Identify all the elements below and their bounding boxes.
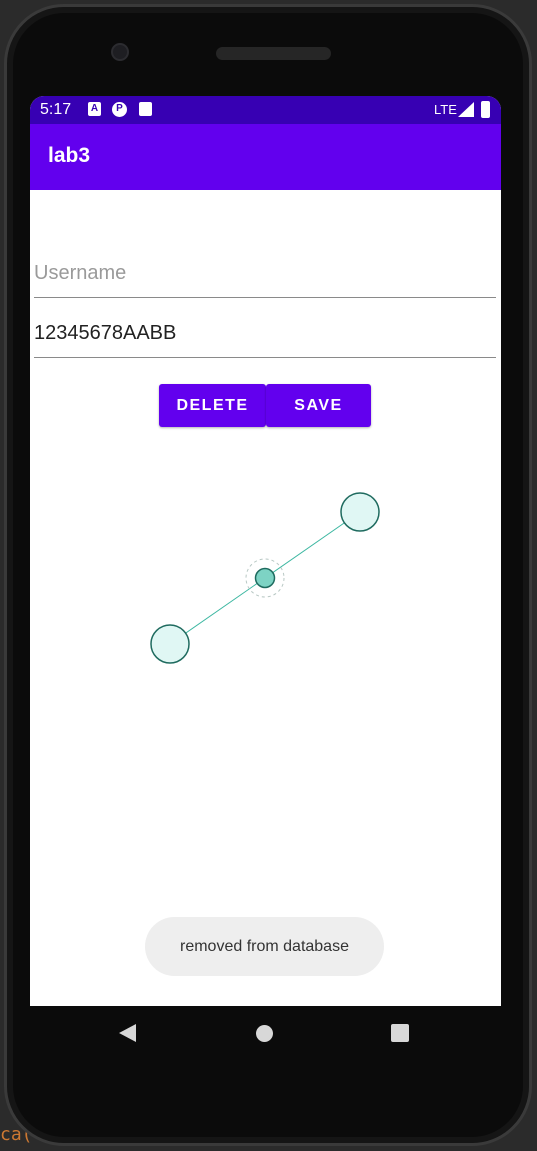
navigation-bar xyxy=(30,1006,501,1066)
midpoint-handle[interactable] xyxy=(254,567,276,589)
recents-icon[interactable] xyxy=(391,1024,409,1042)
line-drawing-canvas[interactable] xyxy=(30,96,501,1006)
device-screen: 5:17 A P LTE lab3 DELETE SAVE removed fr… xyxy=(30,96,501,1006)
earpiece-speaker xyxy=(216,47,331,60)
front-camera-icon xyxy=(111,43,129,61)
back-icon[interactable] xyxy=(119,1024,136,1042)
end-handle[interactable] xyxy=(340,492,380,532)
toast-message: removed from database xyxy=(145,917,384,976)
home-icon[interactable] xyxy=(256,1025,273,1042)
start-handle[interactable] xyxy=(150,624,190,664)
